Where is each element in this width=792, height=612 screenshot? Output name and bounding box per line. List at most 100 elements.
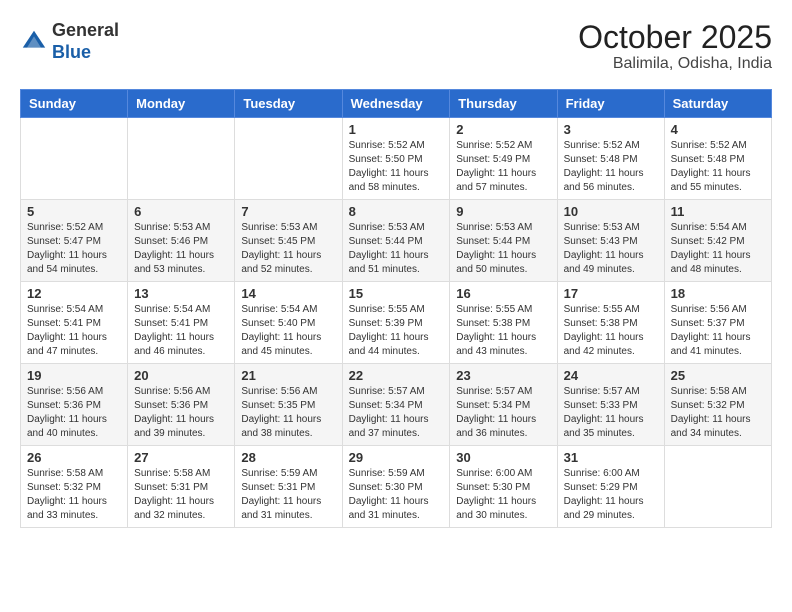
weekday-header-thursday: Thursday [450, 90, 557, 118]
calendar-cell: 2 Sunrise: 5:52 AM Sunset: 5:49 PM Daylig… [450, 118, 557, 200]
calendar-cell [235, 118, 342, 200]
calendar-cell: 14Sunrise: 5:54 AM Sunset: 5:40 PM Dayli… [235, 282, 342, 364]
calendar-cell: 9Sunrise: 5:53 AM Sunset: 5:44 PM Daylig… [450, 200, 557, 282]
calendar-cell: 24 Sunrise: 5:57 AM Sunset: 5:33 PM Dayli… [557, 364, 664, 446]
calendar-cell: 23 Sunrise: 5:57 AM Sunset: 5:34 PM Dayli… [450, 364, 557, 446]
calendar-cell: 30 Sunrise: 6:00 AM Sunset: 5:30 PM Dayli… [450, 446, 557, 528]
day-number: 16 [456, 286, 550, 301]
calendar-cell: 3 Sunrise: 5:52 AM Sunset: 5:48 PM Daylig… [557, 118, 664, 200]
calendar-cell [21, 118, 128, 200]
calendar-week-2: 5 Sunrise: 5:52 AM Sunset: 5:47 PM Daylig… [21, 200, 772, 282]
day-info: Sunrise: 5:54 AM Sunset: 5:42 PM Dayligh… [671, 221, 765, 277]
day-info: Sunrise: 5:52 AM Sunset: 5:48 PM Dayligh… [564, 139, 658, 195]
calendar-week-1: 1 Sunrise: 5:52 AM Sunset: 5:50 PM Daylig… [21, 118, 772, 200]
location-subtitle: Balimila, Odisha, India [578, 55, 772, 73]
day-info: Sunrise: 5:58 AM Sunset: 5:31 PM Dayligh… [134, 467, 228, 523]
day-info: Sunrise: 5:56 AM Sunset: 5:37 PM Dayligh… [671, 303, 765, 359]
day-number: 27 [134, 450, 228, 465]
month-title: October 2025 [578, 20, 772, 55]
day-number: 19 [27, 368, 121, 383]
weekday-header-friday: Friday [557, 90, 664, 118]
day-info: Sunrise: 5:52 AM Sunset: 5:47 PM Dayligh… [27, 221, 121, 277]
calendar-table: SundayMondayTuesdayWednesdayThursdayFrid… [20, 89, 772, 528]
calendar-week-5: 26Sunrise: 5:58 AM Sunset: 5:32 PM Dayli… [21, 446, 772, 528]
calendar-cell: 11Sunrise: 5:54 AM Sunset: 5:42 PM Dayli… [664, 200, 771, 282]
day-number: 14 [241, 286, 335, 301]
weekday-header-wednesday: Wednesday [342, 90, 450, 118]
day-number: 18 [671, 286, 765, 301]
calendar-cell [664, 446, 771, 528]
weekday-header-sunday: Sunday [21, 90, 128, 118]
day-info: Sunrise: 5:53 AM Sunset: 5:44 PM Dayligh… [349, 221, 444, 277]
day-number: 25 [671, 368, 765, 383]
day-info: Sunrise: 5:52 AM Sunset: 5:49 PM Dayligh… [456, 139, 550, 195]
day-number: 8 [349, 204, 444, 219]
calendar-cell: 5 Sunrise: 5:52 AM Sunset: 5:47 PM Daylig… [21, 200, 128, 282]
title-block: October 2025 Balimila, Odisha, India [578, 20, 772, 73]
day-info: Sunrise: 6:00 AM Sunset: 5:30 PM Dayligh… [456, 467, 550, 523]
calendar-week-3: 12 Sunrise: 5:54 AM Sunset: 5:41 PM Dayli… [21, 282, 772, 364]
calendar-cell: 26Sunrise: 5:58 AM Sunset: 5:32 PM Dayli… [21, 446, 128, 528]
day-number: 2 [456, 122, 550, 137]
day-number: 31 [564, 450, 658, 465]
calendar-cell: 7 Sunrise: 5:53 AM Sunset: 5:45 PM Daylig… [235, 200, 342, 282]
calendar-cell: 8 Sunrise: 5:53 AM Sunset: 5:44 PM Daylig… [342, 200, 450, 282]
day-number: 22 [349, 368, 444, 383]
page-header: General Blue October 2025 Balimila, Odis… [20, 20, 772, 73]
day-info: Sunrise: 5:59 AM Sunset: 5:30 PM Dayligh… [349, 467, 444, 523]
calendar-header-row: SundayMondayTuesdayWednesdayThursdayFrid… [21, 90, 772, 118]
calendar-cell: 18 Sunrise: 5:56 AM Sunset: 5:37 PM Dayli… [664, 282, 771, 364]
day-number: 26 [27, 450, 121, 465]
day-info: Sunrise: 6:00 AM Sunset: 5:29 PM Dayligh… [564, 467, 658, 523]
day-number: 6 [134, 204, 228, 219]
day-info: Sunrise: 5:52 AM Sunset: 5:48 PM Dayligh… [671, 139, 765, 195]
day-number: 24 [564, 368, 658, 383]
day-number: 13 [134, 286, 228, 301]
day-number: 1 [349, 122, 444, 137]
calendar-cell: 27 Sunrise: 5:58 AM Sunset: 5:31 PM Dayli… [128, 446, 235, 528]
day-info: Sunrise: 5:54 AM Sunset: 5:41 PM Dayligh… [134, 303, 228, 359]
logo-icon [20, 28, 48, 56]
calendar-cell: 28Sunrise: 5:59 AM Sunset: 5:31 PM Dayli… [235, 446, 342, 528]
day-info: Sunrise: 5:58 AM Sunset: 5:32 PM Dayligh… [671, 385, 765, 441]
weekday-header-monday: Monday [128, 90, 235, 118]
day-number: 12 [27, 286, 121, 301]
calendar-cell: 12 Sunrise: 5:54 AM Sunset: 5:41 PM Dayli… [21, 282, 128, 364]
day-info: Sunrise: 5:56 AM Sunset: 5:36 PM Dayligh… [134, 385, 228, 441]
calendar-cell: 22 Sunrise: 5:57 AM Sunset: 5:34 PM Dayli… [342, 364, 450, 446]
calendar-cell: 10Sunrise: 5:53 AM Sunset: 5:43 PM Dayli… [557, 200, 664, 282]
calendar-cell: 29 Sunrise: 5:59 AM Sunset: 5:30 PM Dayli… [342, 446, 450, 528]
weekday-header-tuesday: Tuesday [235, 90, 342, 118]
day-info: Sunrise: 5:59 AM Sunset: 5:31 PM Dayligh… [241, 467, 335, 523]
day-number: 29 [349, 450, 444, 465]
calendar-cell: 19 Sunrise: 5:56 AM Sunset: 5:36 PM Dayli… [21, 364, 128, 446]
day-info: Sunrise: 5:55 AM Sunset: 5:38 PM Dayligh… [564, 303, 658, 359]
day-info: Sunrise: 5:54 AM Sunset: 5:41 PM Dayligh… [27, 303, 121, 359]
day-info: Sunrise: 5:57 AM Sunset: 5:34 PM Dayligh… [349, 385, 444, 441]
day-number: 4 [671, 122, 765, 137]
day-number: 30 [456, 450, 550, 465]
day-info: Sunrise: 5:53 AM Sunset: 5:45 PM Dayligh… [241, 221, 335, 277]
day-info: Sunrise: 5:55 AM Sunset: 5:38 PM Dayligh… [456, 303, 550, 359]
day-info: Sunrise: 5:56 AM Sunset: 5:36 PM Dayligh… [27, 385, 121, 441]
calendar-cell [128, 118, 235, 200]
logo: General Blue [20, 20, 119, 63]
logo-blue-text: Blue [52, 42, 119, 64]
day-number: 10 [564, 204, 658, 219]
day-number: 17 [564, 286, 658, 301]
day-number: 5 [27, 204, 121, 219]
day-number: 23 [456, 368, 550, 383]
calendar-cell: 20Sunrise: 5:56 AM Sunset: 5:36 PM Dayli… [128, 364, 235, 446]
day-number: 7 [241, 204, 335, 219]
day-info: Sunrise: 5:52 AM Sunset: 5:50 PM Dayligh… [349, 139, 444, 195]
calendar-cell: 1 Sunrise: 5:52 AM Sunset: 5:50 PM Daylig… [342, 118, 450, 200]
day-info: Sunrise: 5:57 AM Sunset: 5:34 PM Dayligh… [456, 385, 550, 441]
weekday-header-saturday: Saturday [664, 90, 771, 118]
calendar-cell: 21 Sunrise: 5:56 AM Sunset: 5:35 PM Dayli… [235, 364, 342, 446]
day-info: Sunrise: 5:57 AM Sunset: 5:33 PM Dayligh… [564, 385, 658, 441]
day-number: 21 [241, 368, 335, 383]
day-number: 3 [564, 122, 658, 137]
calendar-cell: 25 Sunrise: 5:58 AM Sunset: 5:32 PM Dayli… [664, 364, 771, 446]
day-info: Sunrise: 5:56 AM Sunset: 5:35 PM Dayligh… [241, 385, 335, 441]
calendar-cell: 17 Sunrise: 5:55 AM Sunset: 5:38 PM Dayli… [557, 282, 664, 364]
